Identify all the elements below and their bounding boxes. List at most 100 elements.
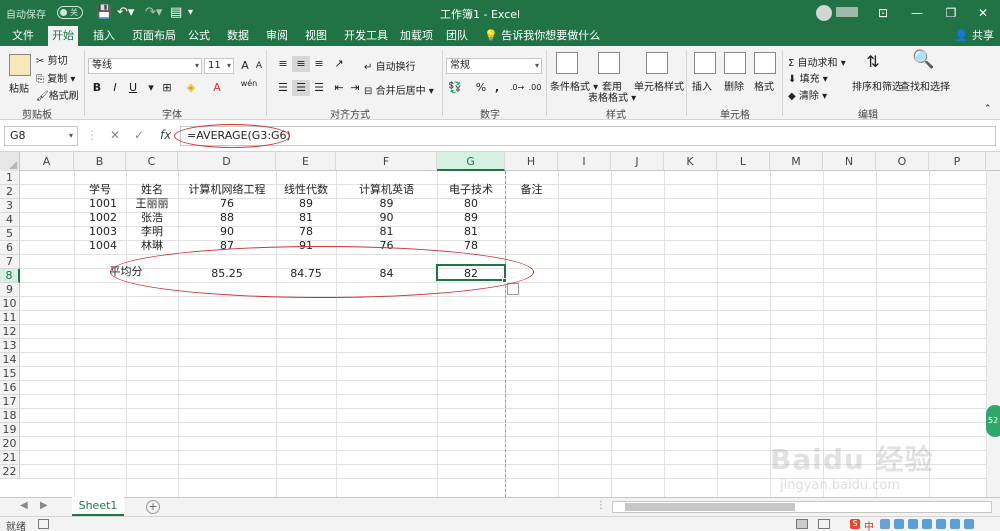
row-header-21[interactable]: 21 — [0, 451, 20, 465]
orientation-icon[interactable]: ↗ — [330, 56, 348, 72]
row-header-3[interactable]: 3 — [0, 199, 20, 213]
macro-record-icon[interactable] — [38, 519, 49, 529]
sheet-prev-icon[interactable]: ◀ — [20, 500, 28, 511]
column-header-C[interactable]: C — [126, 152, 178, 171]
minimize-icon[interactable]: — — [900, 0, 934, 26]
undo-icon[interactable]: ↶▾ — [117, 3, 134, 23]
cell-H2[interactable]: 备注 — [505, 183, 558, 197]
microphone-icon[interactable] — [908, 519, 918, 529]
row-header-10[interactable]: 10 — [0, 297, 20, 311]
align-middle-icon[interactable]: ≡ — [292, 56, 310, 72]
cell-C4[interactable]: 张浩 — [126, 211, 178, 225]
row-header-5[interactable]: 5 — [0, 227, 20, 241]
row-header-9[interactable]: 9 — [0, 283, 20, 297]
italic-button[interactable]: I — [106, 80, 124, 96]
name-box[interactable]: G8 ▾ — [4, 126, 78, 146]
quick-analysis-icon[interactable] — [507, 283, 519, 295]
share-button[interactable]: 👤 共享 — [955, 26, 994, 46]
cell-E5[interactable]: 78 — [276, 225, 336, 239]
increase-decimal-icon[interactable]: .0→ — [508, 80, 526, 96]
cell-B2[interactable]: 学号 — [86, 183, 126, 197]
row-header-19[interactable]: 19 — [0, 423, 20, 437]
toolbar-icon[interactable]: ▤ — [170, 3, 182, 23]
autosum-button[interactable]: Σ 自动求和 ▾ — [788, 54, 846, 69]
tab-formulas[interactable]: 公式 — [186, 26, 212, 46]
format-painter-button[interactable]: 🖌格式刷 — [36, 87, 79, 102]
row-header-1[interactable]: 1 — [0, 171, 20, 185]
user-avatar[interactable] — [816, 5, 832, 21]
row-header-6[interactable]: 6 — [0, 241, 20, 255]
row-header-15[interactable]: 15 — [0, 367, 20, 381]
sheet-tab-sheet1[interactable]: Sheet1 — [72, 497, 124, 516]
cell-E3[interactable]: 89 — [276, 197, 336, 211]
cell-F3[interactable]: 89 — [336, 197, 437, 211]
cell-C6[interactable]: 林琳 — [126, 239, 178, 253]
insert-cells-button[interactable]: 插入 — [692, 78, 712, 93]
font-color-button[interactable]: A — [208, 80, 226, 96]
insert-function-icon[interactable]: fx — [160, 128, 171, 142]
cell-C2[interactable]: 姓名 — [126, 183, 178, 197]
column-header-K[interactable]: K — [664, 152, 717, 171]
paste-icon[interactable] — [9, 54, 31, 76]
column-header-L[interactable]: L — [717, 152, 770, 171]
cell-F5[interactable]: 81 — [336, 225, 437, 239]
punctuation-icon[interactable] — [880, 519, 890, 529]
tab-insert[interactable]: 插入 — [91, 26, 117, 46]
tab-developer[interactable]: 开发工具 — [342, 26, 390, 46]
ime-mode-text[interactable]: 中 — [864, 518, 874, 531]
column-header-O[interactable]: O — [876, 152, 929, 171]
clear-button[interactable]: ◆ 清除 ▾ — [788, 87, 827, 102]
bold-button[interactable]: B — [88, 80, 106, 96]
align-bottom-icon[interactable]: ≡ — [310, 56, 328, 72]
delete-cells-button[interactable]: 删除 — [724, 78, 744, 93]
merge-center-button[interactable]: ⊟ 合并后居中 ▾ — [364, 82, 434, 97]
select-all-button[interactable] — [0, 152, 20, 171]
formula-input[interactable]: =AVERAGE(G3:G6) — [180, 126, 996, 146]
fill-button[interactable]: ⬇ 填充 ▾ — [788, 70, 828, 85]
column-header-F[interactable]: F — [336, 152, 437, 171]
format-cells-icon[interactable] — [754, 52, 776, 74]
normal-view-icon[interactable] — [796, 519, 808, 529]
horizontal-scrollbar[interactable] — [612, 501, 992, 513]
cell-D5[interactable]: 90 — [178, 225, 276, 239]
cell-C3[interactable]: 王丽丽 — [126, 197, 178, 211]
find-icon[interactable]: 🔍 — [912, 51, 934, 69]
cell-G5[interactable]: 81 — [437, 225, 505, 239]
phonetic-button[interactable]: wén — [240, 76, 258, 92]
column-header-J[interactable]: J — [611, 152, 664, 171]
autosave-toggle[interactable]: 关 — [57, 6, 83, 19]
comma-button[interactable]: , — [488, 80, 506, 96]
align-left-icon[interactable]: ☰ — [274, 80, 292, 96]
row-header-17[interactable]: 17 — [0, 395, 20, 409]
column-header-A[interactable]: A — [20, 152, 74, 171]
row-header-11[interactable]: 11 — [0, 311, 20, 325]
keyboard-icon[interactable] — [922, 519, 932, 529]
wrap-text-button[interactable]: ↵ 自动换行 — [364, 58, 416, 73]
cell-G4[interactable]: 89 — [437, 211, 505, 225]
cell-F2[interactable]: 计算机英语 — [336, 183, 437, 197]
currency-icon[interactable]: 💱 — [446, 80, 464, 96]
row-header-8[interactable]: 8 — [0, 269, 20, 283]
cell-D4[interactable]: 88 — [178, 211, 276, 225]
delete-cells-icon[interactable] — [724, 52, 746, 74]
font-size-select[interactable]: 11 ▾ — [204, 58, 234, 74]
cell-E4[interactable]: 81 — [276, 211, 336, 225]
column-header-M[interactable]: M — [770, 152, 823, 171]
cell-C5[interactable]: 李明 — [126, 225, 178, 239]
column-header-G[interactable]: G — [437, 152, 505, 171]
tab-view[interactable]: 视图 — [303, 26, 329, 46]
tab-split-icon[interactable]: ⋮ — [596, 500, 606, 511]
tab-home[interactable]: 开始 — [48, 26, 78, 46]
tab-data[interactable]: 数据 — [225, 26, 251, 46]
close-icon[interactable]: ✕ — [966, 0, 1000, 26]
vertical-scrollbar[interactable] — [986, 171, 1000, 497]
font-name-select[interactable]: 等线 ▾ — [88, 58, 202, 74]
column-header-P[interactable]: P — [929, 152, 986, 171]
redo-icon[interactable]: ↷▾ — [145, 3, 162, 23]
customize-qa-icon[interactable]: ▾ — [188, 3, 193, 23]
paste-button[interactable]: 粘贴 — [9, 80, 29, 95]
increase-indent-icon[interactable]: ⇥ — [346, 80, 364, 96]
find-select-button[interactable]: 查找和选择 — [900, 78, 950, 93]
column-header-H[interactable]: H — [505, 152, 558, 171]
cell-G2[interactable]: 电子技术 — [437, 183, 505, 197]
